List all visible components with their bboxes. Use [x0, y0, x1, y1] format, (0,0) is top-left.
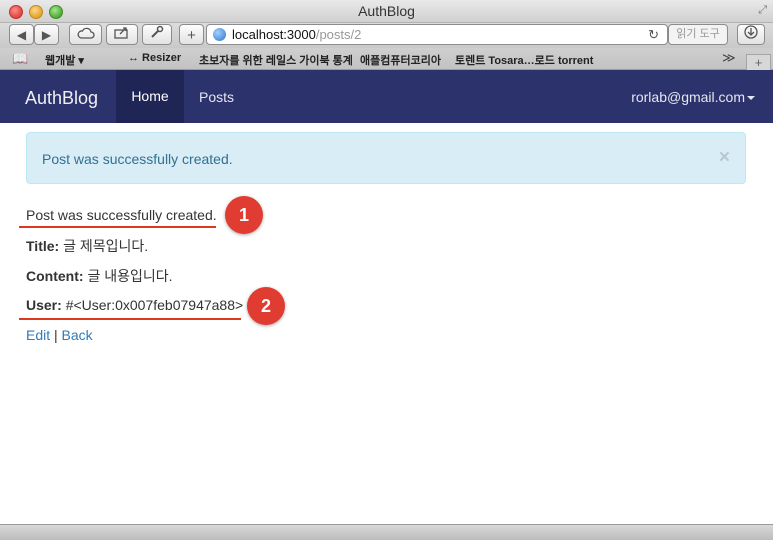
- user-label: User:: [26, 297, 62, 313]
- url-path: /posts/2: [315, 27, 362, 42]
- content-value: 글 내용입니다.: [87, 268, 173, 284]
- notice-text: Post was successfully created.: [26, 207, 217, 223]
- reading-list-icon[interactable]: 📖: [12, 51, 28, 67]
- forward-button[interactable]: ▶: [34, 24, 59, 45]
- annotation-underline-1: [19, 226, 216, 228]
- window-title: AuthBlog: [358, 3, 415, 19]
- wrench-icon: [151, 25, 164, 38]
- bookmark-torrent[interactable]: 토렌트 Tosara…로드 torrent: [455, 52, 593, 68]
- downloads-button[interactable]: [737, 24, 765, 45]
- browser-toolbar: ◀ ▶ + localhost:3000/posts/2 ↻ 읽기 도구: [0, 23, 773, 48]
- back-link[interactable]: Back: [62, 327, 93, 343]
- navbar: AuthBlog Home Posts rorlab@gmail.com: [0, 70, 773, 123]
- navbar-brand[interactable]: AuthBlog: [25, 88, 98, 109]
- alert-message: Post was successfully created.: [42, 151, 233, 167]
- reload-icon[interactable]: ↻: [648, 25, 659, 44]
- address-bar[interactable]: localhost:3000/posts/2 ↻: [206, 24, 668, 45]
- title-label: Title:: [26, 238, 60, 254]
- globe-icon: [213, 28, 226, 41]
- content-label: Content:: [26, 268, 84, 284]
- edit-link[interactable]: Edit: [26, 327, 50, 343]
- title-value: 글 제목입니다.: [63, 238, 149, 254]
- icloud-tabs-button[interactable]: [69, 24, 102, 45]
- annotation-underline-2: [19, 318, 241, 320]
- close-icon[interactable]: ×: [719, 147, 730, 169]
- more-bookmarks-icon[interactable]: ≫: [722, 50, 736, 66]
- post-title-row: Title: 글 제목입니다.: [26, 236, 148, 256]
- bookmark-resizer[interactable]: ↔ Resizer: [128, 52, 181, 64]
- cloud-icon: [77, 27, 95, 39]
- post-content-row: Content: 글 내용입니다.: [26, 266, 173, 286]
- download-icon: [744, 25, 758, 39]
- reader-button[interactable]: 읽기 도구: [668, 24, 728, 45]
- fullscreen-icon[interactable]: ⤢: [758, 4, 767, 17]
- annotation-badge-2: 2: [247, 287, 285, 325]
- back-button[interactable]: ◀: [9, 24, 34, 45]
- nav-posts[interactable]: Posts: [199, 89, 234, 105]
- bookmark-rails-guide[interactable]: 초보자를 위한 레일스 가이북 통계: [199, 52, 353, 68]
- share-icon: [114, 27, 128, 39]
- post-user-row: User: #<User:0x007feb07947a88>: [26, 297, 243, 313]
- caret-down-icon[interactable]: [747, 96, 755, 100]
- new-tab-button[interactable]: +: [746, 54, 771, 71]
- post-actions: Edit | Back: [26, 327, 93, 343]
- link-separator: |: [54, 327, 58, 343]
- nav-home[interactable]: Home: [116, 70, 184, 123]
- url-host: localhost:3000: [232, 27, 316, 42]
- flash-alert: Post was successfully created. ×: [26, 132, 746, 184]
- developer-tools-button[interactable]: [142, 24, 172, 45]
- user-value: #<User:0x007feb07947a88>: [65, 297, 244, 313]
- bookmark-apple-korea[interactable]: 애플컴퓨터코리아: [360, 52, 441, 68]
- window-titlebar: AuthBlog ⤢: [0, 0, 773, 23]
- annotation-badge-1: 1: [225, 196, 263, 234]
- window-bottom-bar: [0, 524, 773, 540]
- user-menu[interactable]: rorlab@gmail.com: [631, 89, 745, 105]
- bookmark-webdev[interactable]: 웹개발 ▾: [45, 52, 84, 68]
- add-bookmark-button[interactable]: +: [179, 24, 204, 45]
- share-button[interactable]: [106, 24, 138, 45]
- bookmarks-bar: 📖 웹개발 ▾ ↔ Resizer 초보자를 위한 레일스 가이북 통계 애플컴…: [0, 48, 773, 70]
